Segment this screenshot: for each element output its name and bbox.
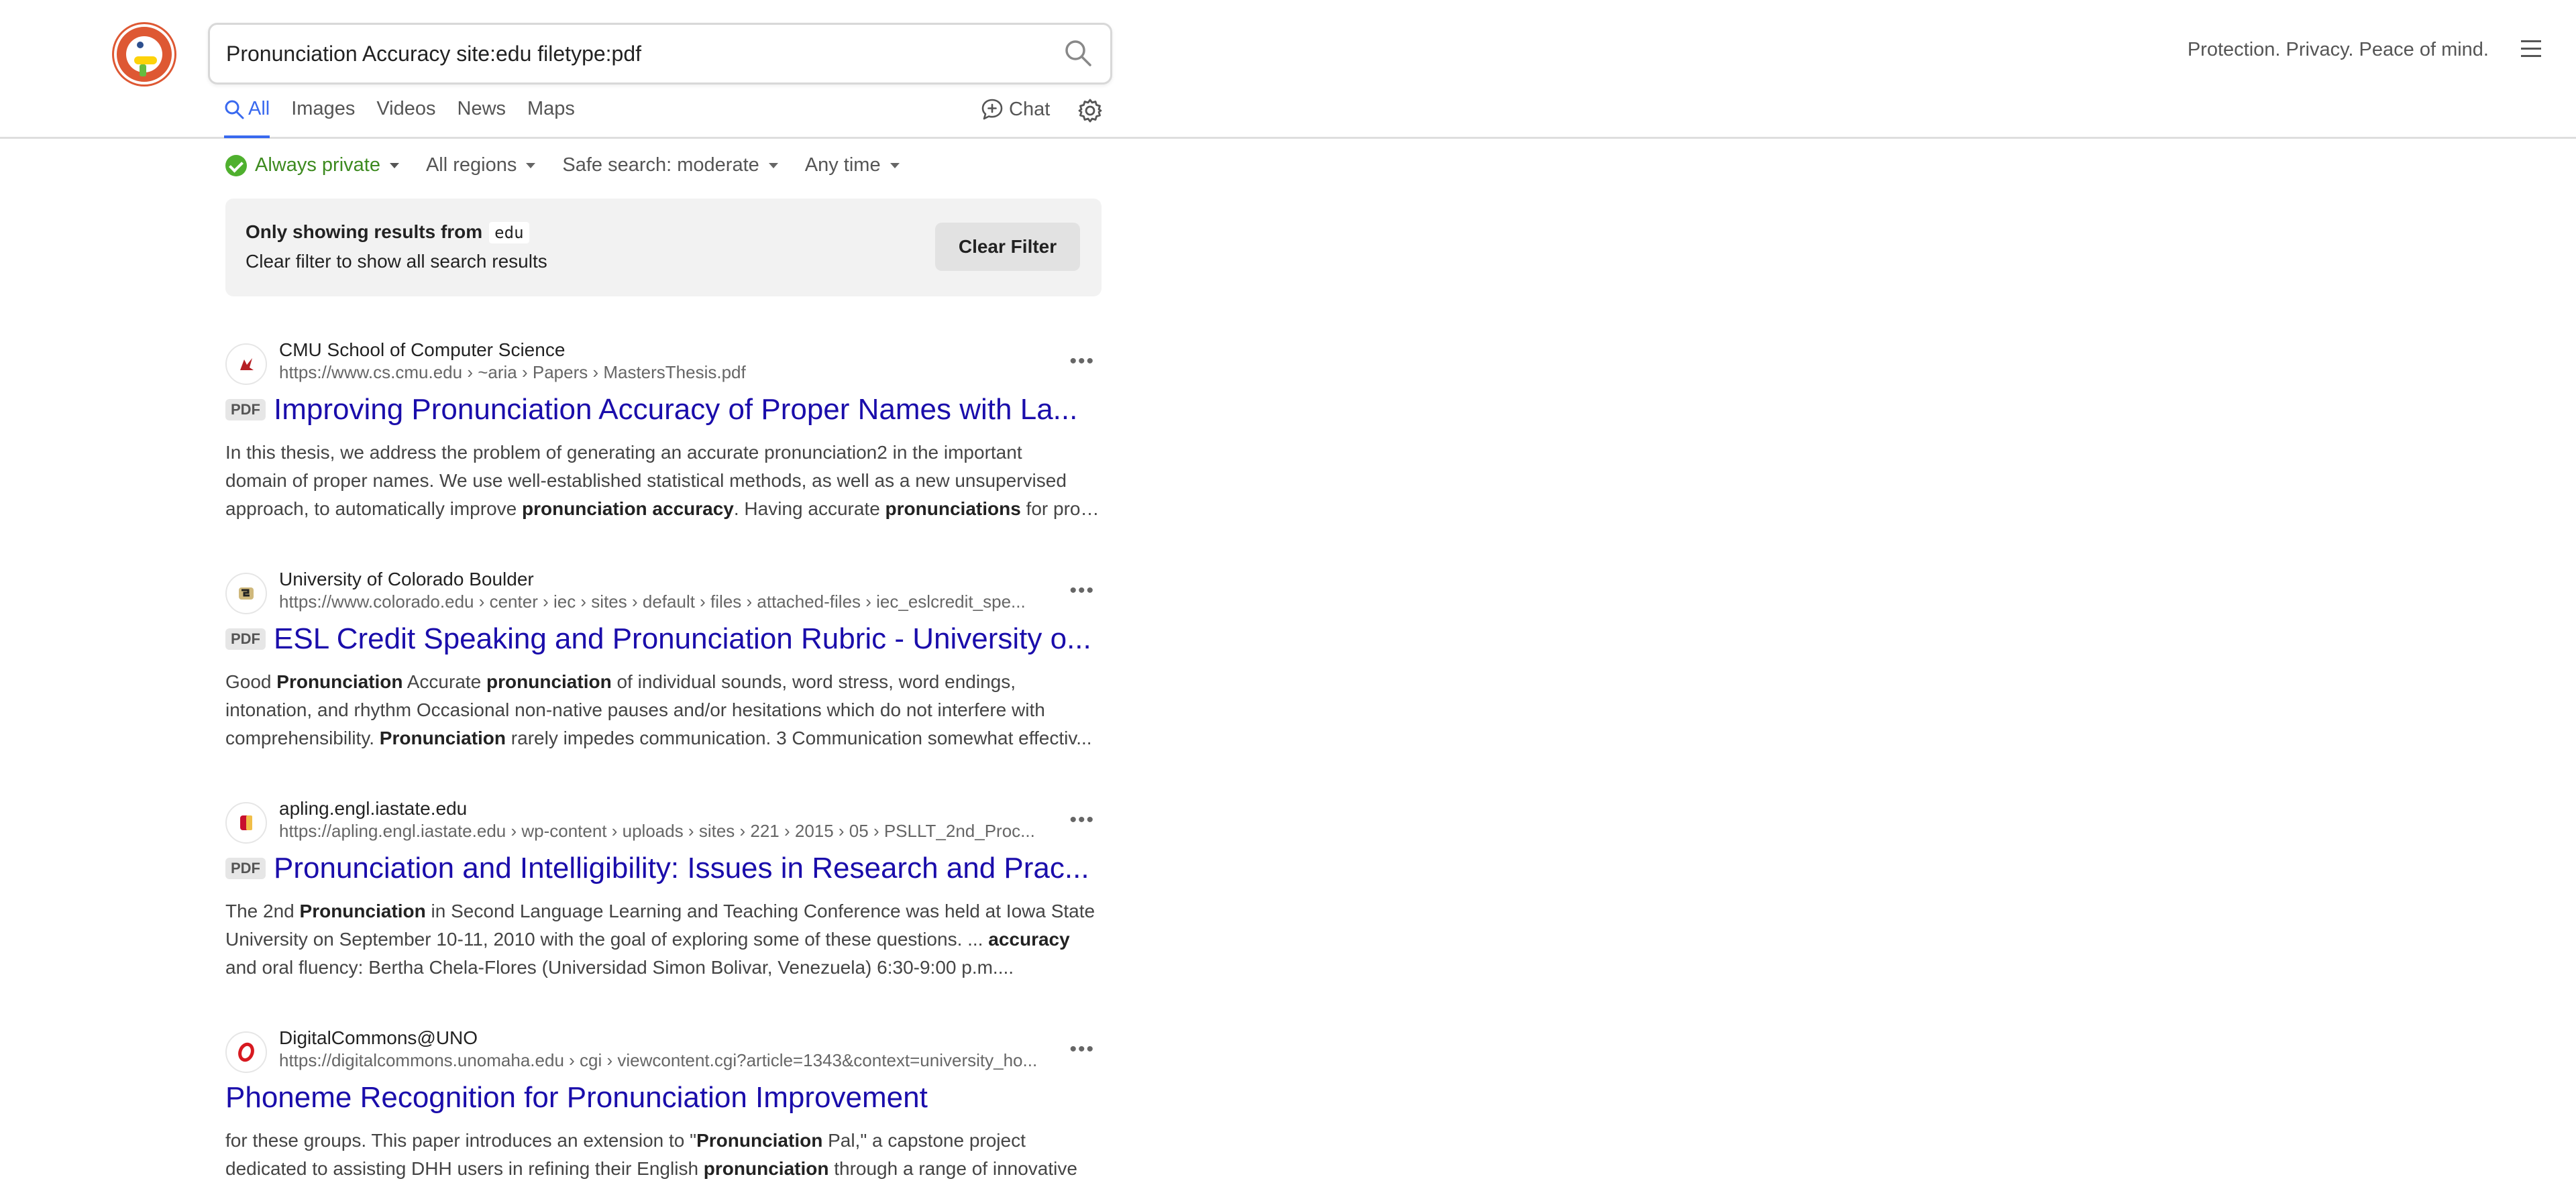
tab-news[interactable]: News [458, 98, 506, 137]
privacy-filter[interactable]: Always private [225, 154, 399, 176]
tagline: Protection. Privacy. Peace of mind. [2187, 39, 2489, 60]
result-title-link[interactable]: Pronunciation and Intelligibility: Issue… [274, 852, 1089, 885]
tab-label: Videos [376, 98, 436, 119]
snippet-line: domain of proper names. We use well-esta… [225, 470, 1067, 491]
caret-down-icon [526, 162, 536, 168]
notice-text: Only showing results from [246, 221, 483, 242]
tab-maps[interactable]: Maps [527, 98, 575, 137]
more-options-icon[interactable]: ••• [1069, 581, 1095, 601]
result-title-link[interactable]: ESL Credit Speaking and Pronunciation Ru… [274, 622, 1091, 656]
result-url[interactable]: https://www.colorado.edu › center › iec … [279, 591, 1064, 612]
snippet-line: Good Pronunciation Accurate pronunciatio… [225, 671, 1016, 692]
result-snippet: for these groups. This paper introduces … [225, 1127, 1102, 1183]
snippet-line: for these groups. This paper introduces … [225, 1130, 1026, 1151]
search-filters: Always private All regions Safe search: … [225, 154, 926, 176]
settings-gear-icon[interactable] [1077, 98, 1103, 123]
search-icon [225, 100, 244, 119]
notice-title: Only showing results from edu [246, 221, 529, 243]
result-title-row: PDF Improving Pronunciation Accuracy of … [225, 393, 1102, 427]
search-result: CMU School of Computer Science https://w… [225, 339, 1102, 527]
region-label: All regions [425, 154, 517, 176]
chat-button[interactable]: Chat [981, 98, 1050, 121]
region-filter[interactable]: All regions [425, 154, 536, 176]
tab-all[interactable]: All [224, 98, 270, 138]
tab-label: News [457, 98, 506, 119]
site-filter-notice: Only showing results from edu Clear filte… [225, 198, 1102, 296]
result-site-name[interactable]: DigitalCommons@UNO [279, 1027, 478, 1049]
result-title-link[interactable]: Phoneme Recognition for Pronunciation Im… [225, 1081, 928, 1115]
snippet-line: University on September 10-11, 2010 with… [225, 929, 1070, 950]
tab-videos[interactable]: Videos [376, 98, 435, 137]
iastate-favicon[interactable] [225, 802, 267, 844]
tab-label: Maps [527, 98, 575, 119]
clear-filter-button[interactable]: Clear Filter [935, 223, 1080, 271]
tab-label: Images [291, 98, 356, 119]
search-icon[interactable] [1063, 38, 1093, 68]
site-filter-value: edu [489, 222, 529, 243]
result-snippet: In this thesis, we address the problem o… [225, 439, 1102, 523]
notice-subtitle: Clear filter to show all search results [246, 251, 547, 272]
result-title-row: PDF Pronunciation and Intelligibility: I… [225, 852, 1102, 885]
snippet-line: dedicated to assisting DHH users in refi… [225, 1158, 1077, 1179]
snippet-line: comprehensibility. Pronunciation rarely … [225, 728, 1092, 748]
search-box [208, 23, 1112, 84]
result-site-name[interactable]: University of Colorado Boulder [279, 569, 534, 590]
caret-down-icon [389, 162, 399, 168]
cu-boulder-favicon[interactable] [225, 573, 267, 614]
time-label: Any time [804, 154, 881, 176]
search-result: University of Colorado Boulder https://w… [225, 569, 1102, 756]
cmu-favicon[interactable] [225, 343, 267, 385]
result-url[interactable]: https://apling.engl.iastate.edu › wp-con… [279, 821, 1064, 842]
result-site-name[interactable]: CMU School of Computer Science [279, 339, 565, 361]
result-url[interactable]: https://digitalcommons.unomaha.edu › cgi… [279, 1050, 1064, 1071]
result-title-row: PDF ESL Credit Speaking and Pronunciatio… [225, 622, 1102, 656]
search-tabs: All Images Videos News Maps [224, 98, 596, 138]
chat-icon [981, 99, 1003, 120]
result-snippet: The 2nd Pronunciation in Second Language… [225, 897, 1102, 982]
safe-search-label: Safe search: moderate [562, 154, 759, 176]
duckduckgo-logo[interactable] [114, 24, 174, 84]
caret-down-icon [890, 162, 900, 168]
snippet-line: and oral fluency: Bertha Chela-Flores (U… [225, 957, 1014, 978]
safe-search-filter[interactable]: Safe search: moderate [562, 154, 778, 176]
result-site-name[interactable]: apling.engl.iastate.edu [279, 798, 467, 819]
time-filter[interactable]: Any time [805, 154, 900, 176]
more-options-icon[interactable]: ••• [1069, 810, 1095, 830]
pdf-badge: PDF [225, 399, 266, 420]
tab-label: All [248, 98, 270, 119]
more-options-icon[interactable]: ••• [1069, 1039, 1095, 1060]
chat-label: Chat [1009, 98, 1051, 120]
snippet-line: approach, to automatically improve pronu… [225, 498, 1102, 519]
caret-down-icon [768, 162, 778, 168]
result-snippet: Good Pronunciation Accurate pronunciatio… [225, 668, 1102, 752]
search-result: apling.engl.iastate.edu https://apling.e… [225, 798, 1102, 986]
snippet-line: In this thesis, we address the problem o… [225, 442, 1022, 463]
pdf-badge: PDF [225, 628, 266, 650]
result-title-link[interactable]: Improving Pronunciation Accuracy of Prop… [274, 393, 1077, 427]
result-url[interactable]: https://www.cs.cmu.edu › ~aria › Papers … [279, 362, 1064, 383]
search-input[interactable] [226, 25, 1031, 82]
result-title-row: Phoneme Recognition for Pronunciation Im… [225, 1081, 1102, 1115]
snippet-line: intonation, and rhythm Occasional non-na… [225, 699, 1045, 720]
tab-images[interactable]: Images [291, 98, 355, 137]
header: Protection. Privacy. Peace of mind. All … [0, 0, 2576, 139]
more-options-icon[interactable]: ••• [1069, 351, 1095, 372]
snippet-line: The 2nd Pronunciation in Second Language… [225, 901, 1095, 921]
pdf-badge: PDF [225, 858, 266, 879]
privacy-label: Always private [255, 154, 380, 176]
check-circle-icon [225, 154, 247, 176]
search-result: DigitalCommons@UNO https://digitalcommon… [225, 1027, 1102, 1191]
uno-favicon[interactable] [225, 1031, 267, 1073]
hamburger-menu-icon[interactable] [2521, 40, 2541, 58]
